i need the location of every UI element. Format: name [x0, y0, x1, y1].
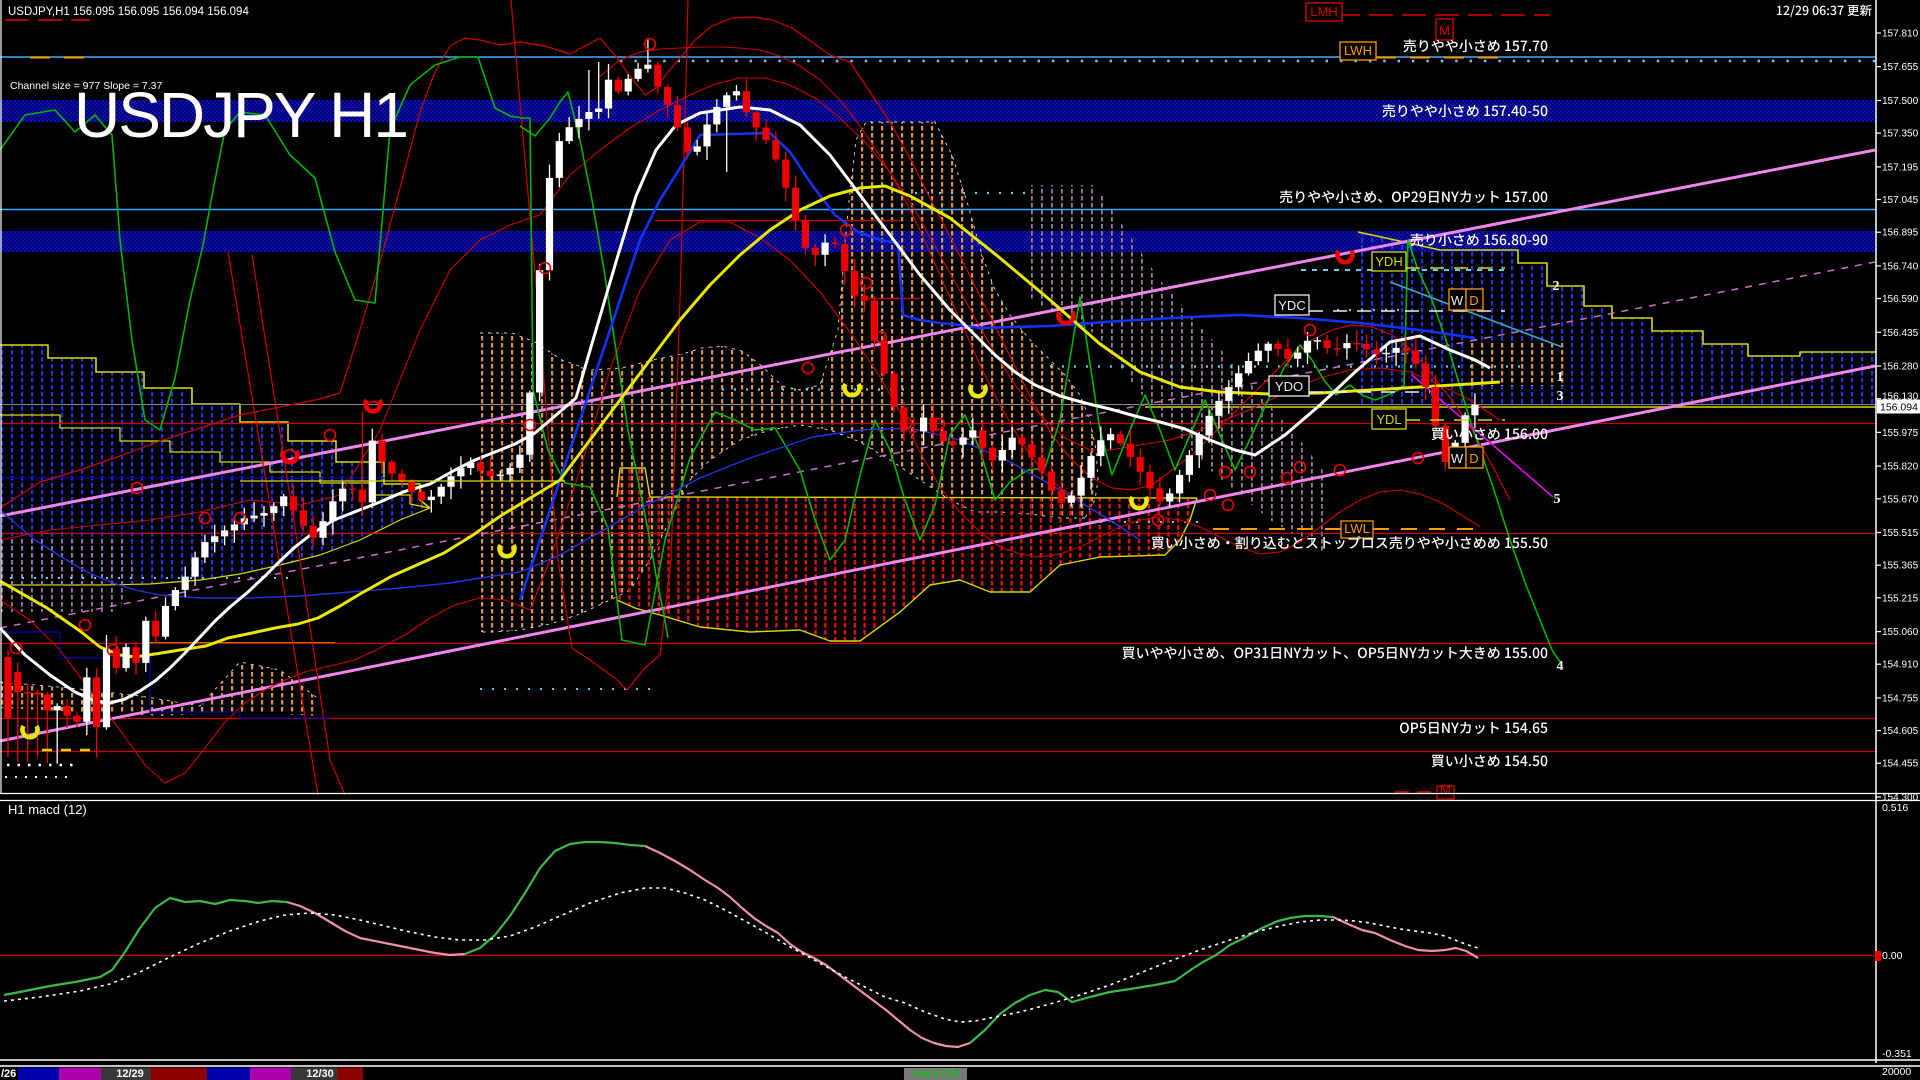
svg-text:5: 5 [1554, 492, 1561, 507]
svg-text:W: W [1451, 293, 1464, 308]
svg-text:4: 4 [1557, 659, 1564, 674]
svg-text:154.455: 154.455 [1882, 759, 1919, 770]
svg-text:155.515: 155.515 [1882, 528, 1919, 539]
svg-text:155.215: 155.215 [1882, 593, 1919, 604]
svg-text:154.605: 154.605 [1882, 726, 1919, 737]
svg-text:156.280: 156.280 [1882, 362, 1919, 373]
svg-text:156.435: 156.435 [1882, 328, 1919, 339]
svg-text:12/29: 12/29 [116, 1068, 144, 1080]
svg-text:M: M [1439, 23, 1450, 38]
svg-text:156.740: 156.740 [1882, 261, 1919, 272]
svg-text:M: M [1440, 782, 1451, 797]
svg-text:1: 1 [1557, 370, 1564, 385]
svg-text:YDC: YDC [1278, 298, 1305, 313]
svg-text:156.895: 156.895 [1882, 228, 1919, 239]
svg-text:155.670: 155.670 [1882, 494, 1919, 505]
svg-text:-0.351: -0.351 [1882, 1048, 1912, 1060]
svg-text:YDO: YDO [1275, 379, 1303, 394]
svg-text:0.00: 0.00 [1882, 950, 1903, 962]
svg-text:157.500: 157.500 [1882, 96, 1919, 107]
svg-text:USDJPY,H1 156.095 156.095 156: USDJPY,H1 156.095 156.095 156.094 156.09… [8, 6, 249, 18]
svg-text:YDL: YDL [1376, 412, 1401, 427]
svg-text:155.060: 155.060 [1882, 627, 1919, 638]
svg-text:LWL: LWL [1344, 521, 1370, 536]
svg-text:2: 2 [1553, 279, 1560, 294]
svg-text:D: D [1469, 451, 1478, 466]
svg-text:H1 macd (12): H1 macd (12) [8, 802, 87, 817]
svg-text:/26: /26 [1, 1068, 16, 1080]
svg-text:155.975: 155.975 [1882, 428, 1919, 439]
svg-text:macd ON: macd ON [911, 1069, 960, 1080]
svg-text:157.810: 157.810 [1882, 29, 1919, 40]
svg-text:12/30: 12/30 [306, 1068, 334, 1080]
svg-text:157.350: 157.350 [1882, 129, 1919, 140]
svg-text:LWH: LWH [1344, 43, 1372, 58]
svg-text:157.045: 157.045 [1882, 195, 1919, 206]
svg-text:20000: 20000 [1882, 1066, 1911, 1078]
svg-text:156.094: 156.094 [1880, 402, 1918, 414]
svg-text:3: 3 [1557, 389, 1564, 404]
svg-text:D: D [1469, 293, 1478, 308]
svg-text:YDH: YDH [1375, 254, 1402, 269]
svg-text:154.910: 154.910 [1882, 660, 1919, 671]
svg-text:155.365: 155.365 [1882, 561, 1919, 572]
svg-text:157.195: 157.195 [1882, 162, 1919, 173]
svg-text:156.590: 156.590 [1882, 294, 1919, 305]
svg-text:154.755: 154.755 [1882, 693, 1919, 704]
svg-text:155.820: 155.820 [1882, 462, 1919, 473]
svg-text:157.655: 157.655 [1882, 62, 1919, 73]
svg-text:USDJPY H1: USDJPY H1 [74, 79, 407, 151]
svg-text:0.516: 0.516 [1882, 802, 1908, 814]
svg-text:LMH: LMH [1310, 4, 1337, 19]
svg-text:W: W [1451, 451, 1464, 466]
